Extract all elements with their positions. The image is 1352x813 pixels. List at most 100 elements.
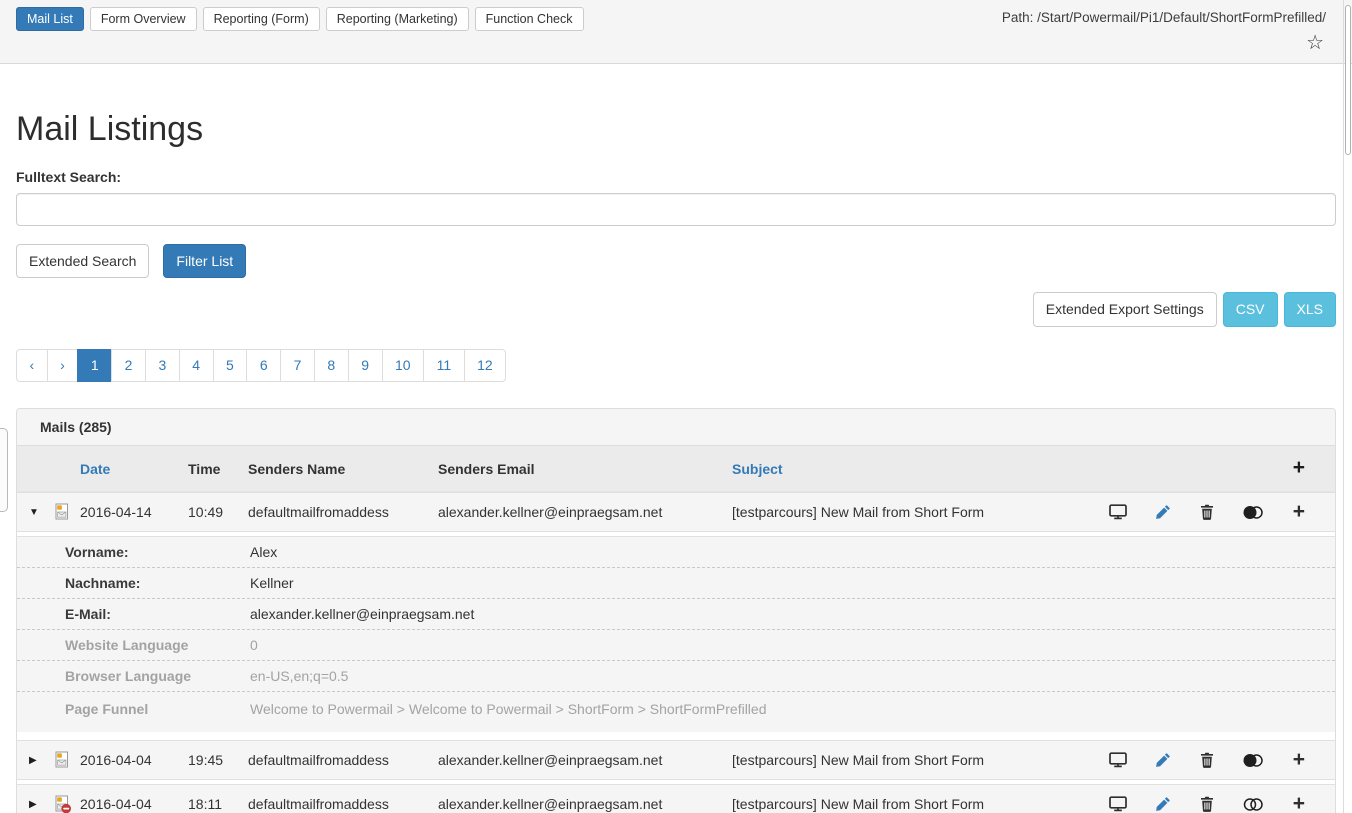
expand-toggle-icon[interactable]: ▶ xyxy=(29,755,53,766)
mail-entry: ▶ 2016-04-04 19:45 defaultmailfromaddess… xyxy=(17,740,1335,780)
mail-rows: ▼ 2016-04-14 10:49 defaultmailfromaddess… xyxy=(17,492,1335,813)
row-plus-icon[interactable]: + xyxy=(1293,504,1305,521)
column-header-senders-email: Senders Email xyxy=(438,461,732,477)
detail-row: Nachname: Kellner xyxy=(17,568,1335,599)
detail-label: E-Mail: xyxy=(65,606,250,622)
pagination: ‹›123456789101112 xyxy=(16,349,506,383)
module-tab-function-check[interactable]: Function Check xyxy=(475,7,584,31)
module-tab-mail-list[interactable]: Mail List xyxy=(16,7,84,31)
docked-panel-handle[interactable] xyxy=(0,428,8,512)
visibility-toggle-icon[interactable] xyxy=(1242,753,1264,768)
row-plus-icon[interactable]: + xyxy=(1293,796,1305,813)
pagination-prev[interactable]: ‹ xyxy=(16,349,48,383)
detail-row: E-Mail: alexander.kellner@einpraegsam.ne… xyxy=(17,599,1335,630)
record-hidden-overlay-icon xyxy=(61,804,71,813)
page-path: Path: /Start/Powermail/Pi1/Default/Short… xyxy=(1002,10,1326,25)
fulltext-search-input[interactable] xyxy=(16,193,1336,226)
pagination-page-8[interactable]: 8 xyxy=(314,349,349,383)
fulltext-search-label: Fulltext Search: xyxy=(16,169,1336,185)
expand-toggle-icon[interactable]: ▼ xyxy=(29,507,53,518)
pagination-page-1[interactable]: 1 xyxy=(77,349,112,383)
mail-entry: ▶ 2016-04-04 18:11 defaultmailfromaddess… xyxy=(17,784,1335,813)
expand-toggle-icon[interactable]: ▶ xyxy=(29,799,53,810)
table-header-row: Date Time Senders Name Senders Email Sub… xyxy=(17,446,1335,492)
visibility-toggle-icon[interactable] xyxy=(1242,797,1264,812)
mail-row: ▶ 2016-04-04 19:45 defaultmailfromaddess… xyxy=(17,740,1335,780)
detail-label: Website Language xyxy=(65,637,250,653)
pagination-page-12[interactable]: 12 xyxy=(464,349,507,383)
vertical-scrollbar[interactable] xyxy=(1343,0,1352,813)
detail-value: 0 xyxy=(250,637,1335,653)
detail-row: Browser Language en-US,en;q=0.5 xyxy=(17,661,1335,692)
extended-search-button[interactable]: Extended Search xyxy=(16,244,149,278)
star-bookmark-icon[interactable]: ☆ xyxy=(1306,33,1324,53)
edit-pencil-icon[interactable] xyxy=(1155,796,1171,812)
scrollbar-thumb[interactable] xyxy=(1345,5,1351,155)
mails-panel-title: Mails (285) xyxy=(17,409,1335,446)
page-title: Mail Listings xyxy=(16,110,1336,149)
mail-entry: ▼ 2016-04-14 10:49 defaultmailfromaddess… xyxy=(17,492,1335,732)
cell-subject: [testparcours] New Mail from Short Form xyxy=(732,504,1075,520)
column-header-time: Time xyxy=(188,461,248,477)
cell-subject: [testparcours] New Mail from Short Form xyxy=(732,752,1075,768)
export-csv-button[interactable]: CSV xyxy=(1223,292,1278,326)
mail-details: Vorname: Alex Nachname: Kellner E-Mail: … xyxy=(17,536,1335,732)
delete-trash-icon[interactable] xyxy=(1200,796,1214,812)
cell-date: 2016-04-04 xyxy=(80,796,188,812)
cell-senders-name: defaultmailfromaddess xyxy=(248,504,438,520)
column-header-subject[interactable]: Subject xyxy=(732,461,1075,477)
cell-senders-name: defaultmailfromaddess xyxy=(248,752,438,768)
pagination-page-2[interactable]: 2 xyxy=(111,349,146,383)
detail-value: en-US,en;q=0.5 xyxy=(250,668,1335,684)
preview-monitor-icon[interactable] xyxy=(1109,752,1127,768)
cell-senders-email: alexander.kellner@einpraegsam.net xyxy=(438,796,732,812)
pagination-page-10[interactable]: 10 xyxy=(382,349,425,383)
detail-row: Website Language 0 xyxy=(17,630,1335,661)
detail-label: Nachname: xyxy=(65,575,250,591)
module-tab-reporting-form[interactable]: Reporting (Form) xyxy=(203,7,320,31)
pagination-page-7[interactable]: 7 xyxy=(280,349,315,383)
mail-record-icon[interactable] xyxy=(53,503,80,522)
detail-row: Page Funnel Welcome to Powermail > Welco… xyxy=(17,692,1335,732)
mail-row: ▶ 2016-04-04 18:11 defaultmailfromaddess… xyxy=(17,784,1335,813)
column-header-senders-name: Senders Name xyxy=(248,461,438,477)
detail-value: Kellner xyxy=(250,575,1335,591)
preview-monitor-icon[interactable] xyxy=(1109,796,1127,812)
pagination-page-5[interactable]: 5 xyxy=(213,349,248,383)
module-tab-reporting-marketing[interactable]: Reporting (Marketing) xyxy=(326,7,469,31)
mail-row: ▼ 2016-04-14 10:49 defaultmailfromaddess… xyxy=(17,492,1335,532)
edit-pencil-icon[interactable] xyxy=(1155,504,1171,520)
header-plus-icon[interactable]: + xyxy=(1293,460,1305,477)
pagination-page-11[interactable]: 11 xyxy=(423,349,465,383)
detail-value: Welcome to Powermail > Welcome to Powerm… xyxy=(250,701,1335,717)
row-plus-icon[interactable]: + xyxy=(1293,752,1305,769)
visibility-toggle-icon[interactable] xyxy=(1242,505,1264,520)
mail-record-icon[interactable] xyxy=(53,795,80,813)
cell-date: 2016-04-14 xyxy=(80,504,188,520)
detail-label: Vorname: xyxy=(65,544,250,560)
cell-senders-name: defaultmailfromaddess xyxy=(248,796,438,812)
mails-panel: Mails (285) Date Time Senders Name Sende… xyxy=(16,408,1336,813)
delete-trash-icon[interactable] xyxy=(1200,504,1214,520)
filter-list-button[interactable]: Filter List xyxy=(163,244,246,278)
module-tab-form-overview[interactable]: Form Overview xyxy=(90,7,197,31)
cell-time: 18:11 xyxy=(188,796,248,812)
pagination-page-3[interactable]: 3 xyxy=(145,349,180,383)
cell-senders-email: alexander.kellner@einpraegsam.net xyxy=(438,752,732,768)
top-bar: Mail ListForm OverviewReporting (Form)Re… xyxy=(0,0,1352,64)
detail-label: Page Funnel xyxy=(65,701,250,717)
extended-export-settings-button[interactable]: Extended Export Settings xyxy=(1033,292,1217,326)
cell-time: 19:45 xyxy=(188,752,248,768)
pagination-page-4[interactable]: 4 xyxy=(179,349,214,383)
main-content: Mail Listings Fulltext Search: Extended … xyxy=(0,110,1352,813)
pagination-page-9[interactable]: 9 xyxy=(348,349,383,383)
column-header-date[interactable]: Date xyxy=(80,461,188,477)
cell-subject: [testparcours] New Mail from Short Form xyxy=(732,796,1075,812)
pagination-next[interactable]: › xyxy=(47,349,79,383)
delete-trash-icon[interactable] xyxy=(1200,752,1214,768)
mail-record-icon[interactable] xyxy=(53,751,80,770)
preview-monitor-icon[interactable] xyxy=(1109,504,1127,520)
export-xls-button[interactable]: XLS xyxy=(1284,292,1336,326)
edit-pencil-icon[interactable] xyxy=(1155,752,1171,768)
pagination-page-6[interactable]: 6 xyxy=(246,349,281,383)
